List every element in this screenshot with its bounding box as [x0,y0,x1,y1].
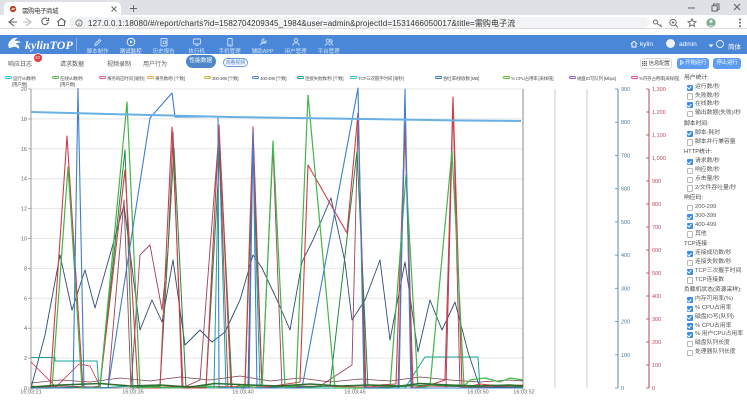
svg-text:800: 800 [621,120,630,126]
svg-text:400: 400 [621,253,630,259]
svg-text:2: 2 [24,356,27,362]
svg-text:500: 500 [652,271,661,277]
svg-text:14: 14 [21,177,27,183]
svg-text:10: 10 [21,237,27,243]
svg-text:200: 200 [652,340,661,346]
svg-text:300: 300 [621,286,630,292]
svg-text:300: 300 [652,317,661,323]
svg-text:0: 0 [621,386,624,392]
svg-text:4: 4 [24,326,27,332]
svg-text:600: 600 [621,187,630,193]
svg-text:700: 700 [621,153,630,159]
svg-text:200: 200 [621,320,630,326]
svg-text:6: 6 [24,296,27,302]
svg-text:1,000: 1,000 [652,156,666,162]
svg-text:0: 0 [652,386,655,392]
svg-text:100: 100 [652,363,661,369]
svg-text:900: 900 [652,179,661,185]
svg-text:800: 800 [652,202,661,208]
svg-text:18: 18 [21,117,27,123]
svg-text:700: 700 [652,225,661,231]
svg-text:8: 8 [24,266,27,272]
svg-text:1,300: 1,300 [652,87,666,93]
svg-text:1,100: 1,100 [652,133,666,139]
svg-text:20: 20 [21,87,27,93]
svg-text:600: 600 [652,248,661,254]
svg-text:400: 400 [652,294,661,300]
svg-text:1,200: 1,200 [652,110,666,116]
svg-text:900: 900 [621,87,630,93]
svg-text:100: 100 [621,353,630,359]
svg-text:500: 500 [621,220,630,226]
svg-text:16: 16 [21,147,27,153]
svg-text:12: 12 [21,207,27,213]
